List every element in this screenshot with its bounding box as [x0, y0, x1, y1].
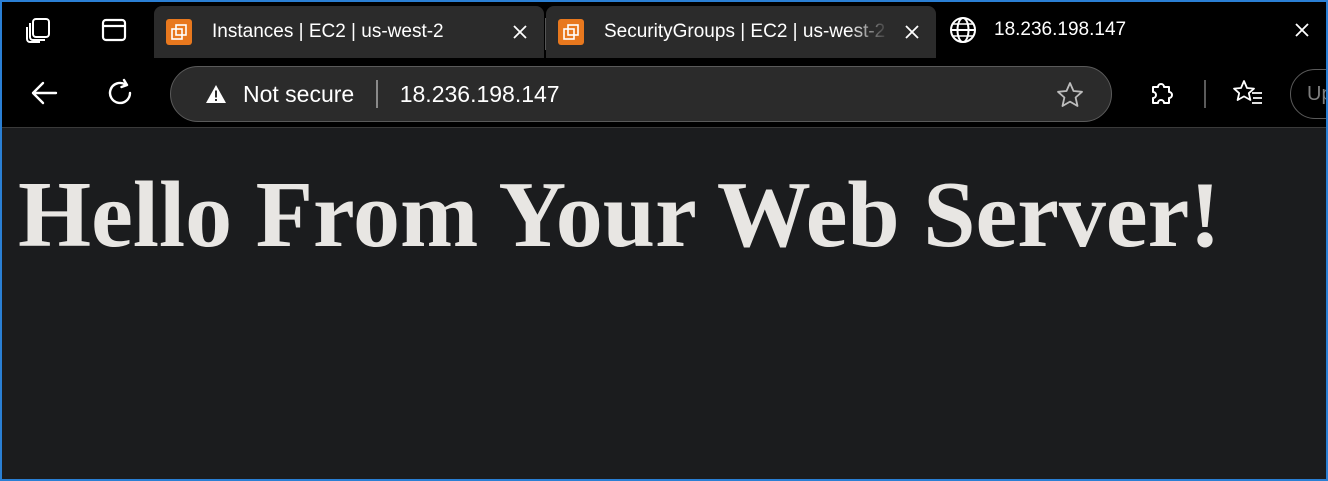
- tab-title: 18.236.198.147: [994, 19, 1127, 40]
- page-heading: Hello From Your Web Server!: [18, 163, 1221, 267]
- not-secure-label[interactable]: Not secure: [243, 81, 354, 108]
- tab-strip: Instances | EC2 | us-west-2 SecurityGrou…: [2, 2, 1326, 58]
- back-arrow-icon: [31, 81, 58, 105]
- favorite-star-button[interactable]: [1055, 80, 1085, 110]
- toolbar-divider: [1204, 80, 1206, 108]
- favorites-icon: [1233, 80, 1262, 104]
- url-text[interactable]: 18.236.198.147: [400, 81, 560, 108]
- workspaces-icon: [24, 15, 54, 45]
- close-tab-button[interactable]: [498, 12, 542, 52]
- favorites-button[interactable]: [1228, 73, 1268, 113]
- aws-ec2-icon: [166, 19, 192, 45]
- address-bar[interactable]: Not secure 18.236.198.147: [170, 66, 1112, 122]
- update-label: Up: [1307, 82, 1326, 105]
- page-content: Hello From Your Web Server!: [2, 129, 1326, 479]
- tab-actions-button[interactable]: [76, 2, 152, 58]
- close-tab-button[interactable]: [890, 12, 934, 52]
- tab-title: Instances | EC2 | us-west-2: [212, 21, 444, 42]
- close-icon: [513, 25, 527, 39]
- tab-title: SecurityGroups | EC2 | us-west-2: [604, 21, 886, 42]
- puzzle-icon: [1152, 83, 1173, 104]
- star-icon: [1057, 82, 1083, 107]
- close-tab-button[interactable]: [1280, 10, 1324, 50]
- close-icon: [1295, 23, 1309, 37]
- close-icon: [905, 25, 919, 39]
- warning-icon[interactable]: [205, 83, 227, 105]
- workspaces-button[interactable]: [2, 2, 76, 58]
- browser-toolbar: Not secure 18.236.198.147 Up: [2, 58, 1326, 128]
- tab-instances[interactable]: Instances | EC2 | us-west-2: [154, 6, 546, 58]
- refresh-icon: [108, 78, 132, 105]
- refresh-button[interactable]: [101, 73, 141, 113]
- browser-window: Instances | EC2 | us-west-2 SecurityGrou…: [0, 0, 1328, 481]
- globe-icon: [948, 15, 978, 45]
- aws-ec2-icon: [558, 19, 584, 45]
- tab-security-groups[interactable]: SecurityGroups | EC2 | us-west-2: [546, 6, 936, 58]
- update-button[interactable]: Up: [1290, 69, 1326, 119]
- tab-active-page[interactable]: 18.236.198.147: [936, 2, 1326, 58]
- back-button[interactable]: [24, 73, 64, 113]
- extensions-button[interactable]: [1142, 73, 1182, 113]
- tab-actions-icon: [100, 16, 128, 44]
- address-separator: [376, 80, 378, 108]
